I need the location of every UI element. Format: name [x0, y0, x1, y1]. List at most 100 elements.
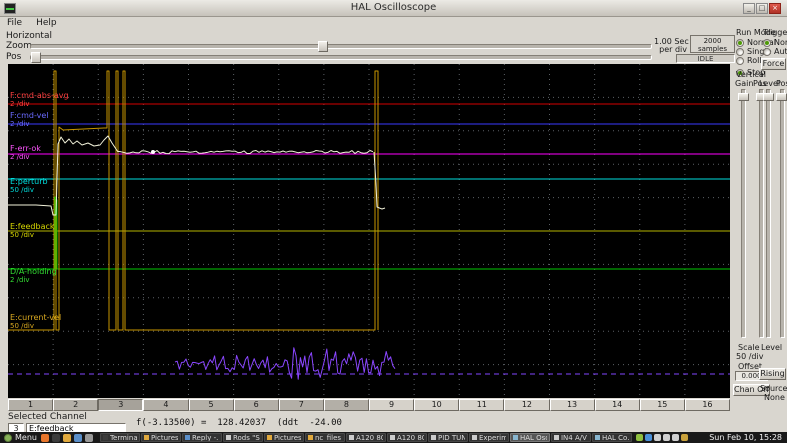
trigger-level-label: Level: [761, 343, 783, 352]
window-icon: [184, 435, 190, 440]
menu-file[interactable]: File: [0, 17, 29, 29]
minimize-button-icon[interactable]: _: [743, 3, 755, 14]
channel-name: D/A-holding: [10, 267, 57, 276]
task-in4-a-v[interactable]: IN4 A/V: [550, 433, 591, 442]
editor-icon[interactable]: [73, 433, 82, 442]
task-rods-s[interactable]: Rods "S...: [222, 433, 263, 442]
channel-button-10[interactable]: 10: [414, 399, 460, 411]
run-mode-option-label: Roll: [747, 56, 762, 65]
task-label: Reply -...: [191, 433, 219, 442]
cursor-readout: f(-3.13500) = 128.42037 (ddt -24.00: [136, 418, 342, 428]
task-pictures[interactable]: Pictures: [140, 433, 181, 442]
window-icon: [102, 435, 108, 440]
channel-label-e-perturb: E:perturb 50 /div: [10, 177, 48, 194]
titlebar: HAL Oscilloscope _ □ ×: [0, 0, 787, 17]
task-a120-80[interactable]: A120 80...: [386, 433, 427, 442]
channel-button-15[interactable]: 15: [639, 399, 685, 411]
channel-button-12[interactable]: 12: [504, 399, 550, 411]
channel-scale: 50 /div: [10, 186, 35, 195]
window-icon: [348, 435, 354, 440]
task-experim[interactable]: Experim...: [468, 433, 509, 442]
volume-icon[interactable]: [653, 434, 661, 441]
window-icon: [553, 435, 559, 440]
bluetooth-icon[interactable]: [644, 434, 652, 441]
channel-scale: 2 /div: [10, 276, 30, 285]
channel-button-5[interactable]: 5: [188, 399, 234, 411]
zoom-slider[interactable]: [30, 44, 652, 49]
channel-button-row: 1 2 3 4 5 6 7 8 9 10 11 12 13 14 15 16: [8, 399, 730, 411]
maximize-button-icon[interactable]: □: [756, 3, 768, 14]
trigger-option-label: Normal: [774, 38, 787, 47]
task-hal-osc[interactable]: HAL Osc...: [509, 433, 550, 442]
quick-launchers: [40, 433, 96, 442]
task-reply[interactable]: Reply -...: [181, 433, 222, 442]
menubar: File Help: [0, 17, 787, 30]
channel-button-4[interactable]: 4: [143, 399, 189, 411]
channel-button-1[interactable]: 1: [8, 399, 54, 411]
pos-label: Pos: [6, 52, 22, 62]
channel-name: E:feedback: [10, 222, 55, 231]
pos-slider[interactable]: [30, 55, 652, 60]
window-icon: [471, 435, 477, 440]
trigger-pos-slider-handle[interactable]: [776, 93, 787, 101]
clock[interactable]: Sun Feb 10, 15:28: [709, 433, 787, 442]
channel-button-7[interactable]: 7: [278, 399, 324, 411]
pos-slider-handle[interactable]: [31, 52, 41, 63]
scope-display[interactable]: F:cmd-abs-avg 2 /div F:cmd-vel 2 /div F-err-…: [8, 64, 730, 398]
task-label: Rods "S...: [232, 433, 260, 442]
channel-scale: 2 /div: [10, 153, 30, 162]
trigger-level-slider[interactable]: [766, 89, 771, 338]
app-icon: [4, 3, 16, 14]
channel-button-2[interactable]: 2: [53, 399, 99, 411]
channel-name: F:cmd-vel: [10, 111, 49, 120]
force-button[interactable]: Force: [761, 58, 786, 70]
window-icon: [430, 435, 436, 440]
menu-help[interactable]: Help: [29, 17, 64, 29]
files-icon[interactable]: [62, 433, 71, 442]
channel-scale: 50 /div: [10, 322, 35, 331]
channel-scale: 2 /div: [10, 120, 30, 129]
clipboard-icon[interactable]: [680, 434, 688, 441]
firefox-icon[interactable]: [40, 433, 49, 442]
close-button-icon[interactable]: ×: [769, 3, 781, 14]
radio-icon: [736, 38, 744, 47]
channel-button-16[interactable]: 16: [684, 399, 730, 411]
task-hal-co[interactable]: HAL Co...: [591, 433, 632, 442]
channel-name: E:perturb: [10, 177, 48, 186]
channel-button-6[interactable]: 6: [233, 399, 279, 411]
task-pid-tune[interactable]: PID TUNE: [427, 433, 468, 442]
network-icon[interactable]: [662, 434, 670, 441]
channel-button-9[interactable]: 9: [369, 399, 415, 411]
channel-button-8[interactable]: 8: [323, 399, 369, 411]
trigger-option-normal[interactable]: Normal: [763, 38, 787, 47]
menu-button[interactable]: Menu: [0, 432, 41, 443]
channel-button-3[interactable]: 3: [98, 399, 144, 411]
channel-button-11[interactable]: 11: [459, 399, 505, 411]
system-tray: [635, 434, 690, 441]
task-label: A120 80...: [355, 433, 383, 442]
task-a120-80[interactable]: A120 80...: [345, 433, 386, 442]
trigger-pos-slider[interactable]: [780, 89, 785, 338]
channel-label-d-a-holding: D/A-holding 2 /div: [10, 267, 57, 284]
zoom-slider-handle[interactable]: [318, 41, 328, 52]
channel-button-14[interactable]: 14: [594, 399, 640, 411]
gain-slider-handle[interactable]: [738, 93, 749, 101]
task-pictures[interactable]: Pictures: [263, 433, 304, 442]
gain-slider[interactable]: [741, 89, 746, 338]
trigger-option-label: Auto: [774, 47, 787, 56]
channel-label-e-current-vel: E:current-vel 50 /div: [10, 313, 61, 330]
terminal-icon[interactable]: [51, 433, 60, 442]
task-terminal[interactable]: Terminal: [99, 433, 140, 442]
task-label: A120 80...: [396, 433, 424, 442]
rising-button[interactable]: Rising: [759, 368, 786, 380]
samples-info-box[interactable]: 2000 samples at 200 Hz: [690, 35, 735, 61]
updates-icon[interactable]: [635, 434, 643, 441]
trigger-option-auto[interactable]: Auto: [763, 47, 787, 56]
trigger-level-slider-handle[interactable]: [763, 93, 774, 101]
horizontal-section-label: Horizontal: [6, 31, 52, 41]
task-nc-files[interactable]: nc_files: [304, 433, 345, 442]
channel-button-13[interactable]: 13: [549, 399, 595, 411]
battery-icon[interactable]: [671, 434, 679, 441]
vertical-pos-slider[interactable]: [759, 89, 764, 338]
screenshot-icon[interactable]: [84, 433, 93, 442]
